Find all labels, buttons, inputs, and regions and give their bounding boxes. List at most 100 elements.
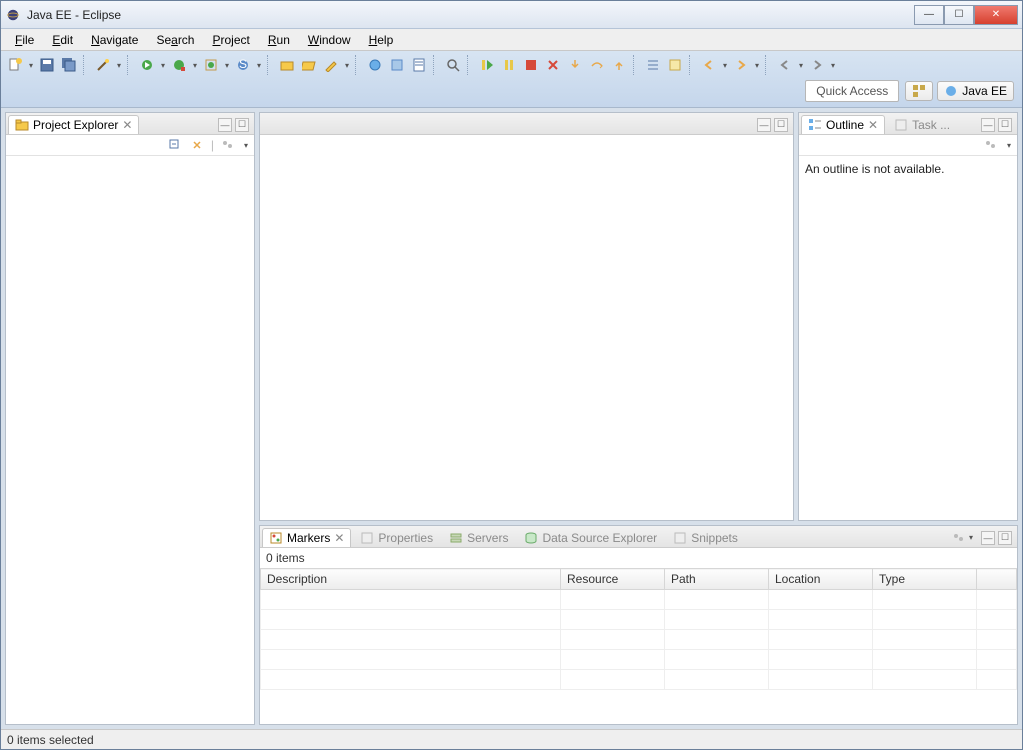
debug-icon[interactable] (138, 56, 156, 74)
menu-edit[interactable]: Edit (44, 31, 81, 49)
maximize-view-button[interactable]: ☐ (998, 118, 1012, 132)
editor-tabbar: — ☐ (260, 113, 793, 135)
project-explorer-body[interactable] (6, 156, 254, 724)
table-row[interactable] (261, 650, 1017, 670)
col-type[interactable]: Type (873, 569, 977, 590)
table-row[interactable] (261, 590, 1017, 610)
markers-dropdown[interactable]: ▾ (967, 533, 975, 542)
outline-title: Outline (826, 118, 864, 132)
maximize-editor-button[interactable]: ☐ (774, 118, 788, 132)
minimize-editor-button[interactable]: — (757, 118, 771, 132)
task-list-icon (894, 118, 908, 132)
resume-icon[interactable] (478, 56, 496, 74)
markers-view-menu-icon[interactable] (951, 530, 967, 546)
step-return-icon[interactable] (610, 56, 628, 74)
pause-icon[interactable] (500, 56, 518, 74)
window-title: Java EE - Eclipse (27, 8, 914, 22)
link-editor-icon[interactable] (189, 137, 205, 153)
globe-icon[interactable] (366, 56, 384, 74)
outline-view-menu-icon[interactable] (983, 137, 999, 153)
view-menu-icon[interactable] (220, 137, 236, 153)
disconnect-icon[interactable] (544, 56, 562, 74)
menu-window[interactable]: Window (300, 31, 359, 49)
menu-file[interactable]: File (7, 31, 42, 49)
eclipse-window: Java EE - Eclipse — ☐ ✕ File Edit Naviga… (0, 0, 1023, 750)
forward-icon[interactable] (808, 56, 826, 74)
stop-icon[interactable] (522, 56, 540, 74)
menu-search[interactable]: Search (148, 31, 202, 49)
perspective-javaee[interactable]: Java EE (937, 81, 1014, 101)
minimize-view-button[interactable]: — (981, 118, 995, 132)
open-perspective-button[interactable] (905, 81, 933, 101)
menu-project[interactable]: Project (204, 31, 257, 49)
close-button[interactable]: ✕ (974, 5, 1018, 25)
search-icon[interactable] (444, 56, 462, 74)
table-row[interactable] (261, 610, 1017, 630)
new-icon[interactable] (6, 56, 24, 74)
task-icon[interactable] (666, 56, 684, 74)
toolbar-separator (83, 55, 89, 75)
markers-tab[interactable]: Markers ✕ (262, 528, 351, 547)
collapse-all-icon[interactable] (167, 137, 183, 153)
editor-body[interactable] (260, 135, 793, 520)
project-explorer-tab[interactable]: Project Explorer ✕ (8, 115, 139, 134)
run-icon[interactable] (170, 56, 188, 74)
server-icon[interactable]: S (234, 56, 252, 74)
wand-icon[interactable] (94, 56, 112, 74)
wand-dropdown[interactable]: ▾ (115, 61, 123, 70)
perspective-label: Java EE (962, 84, 1007, 98)
col-location[interactable]: Location (769, 569, 873, 590)
new-project-icon[interactable] (278, 56, 296, 74)
save-icon[interactable] (38, 56, 56, 74)
snippets-icon (673, 531, 687, 545)
sheet-icon[interactable] (410, 56, 428, 74)
run-last-icon[interactable] (202, 56, 220, 74)
task-list-icon[interactable] (644, 56, 662, 74)
status-bar: 0 items selected (1, 729, 1022, 749)
outline-dropdown[interactable]: ▾ (1005, 141, 1013, 150)
properties-tab[interactable]: Properties (353, 528, 440, 547)
servers-tab[interactable]: Servers (442, 528, 515, 547)
close-tab-icon[interactable]: ✕ (868, 118, 878, 132)
step-over-icon[interactable] (588, 56, 606, 74)
view-menu-dropdown[interactable]: ▾ (242, 141, 250, 150)
table-row[interactable] (261, 630, 1017, 650)
outline-icon (808, 118, 822, 132)
jsp-icon[interactable] (388, 56, 406, 74)
data-source-explorer-tab[interactable]: Data Source Explorer (517, 528, 664, 547)
menu-run[interactable]: Run (260, 31, 298, 49)
table-row[interactable] (261, 670, 1017, 690)
markers-table[interactable]: Description Resource Path Location Type (260, 568, 1017, 690)
open-project-icon[interactable] (300, 56, 318, 74)
menu-navigate[interactable]: Navigate (83, 31, 146, 49)
outline-tab[interactable]: Outline ✕ (801, 115, 885, 134)
next-annotation-icon[interactable] (732, 56, 750, 74)
outline-view: Outline ✕ Task ... — ☐ ▾ An outline is n… (798, 112, 1018, 521)
col-description[interactable]: Description (261, 569, 561, 590)
quick-access-input[interactable]: Quick Access (805, 80, 899, 102)
menu-help[interactable]: Help (361, 31, 402, 49)
maximize-button[interactable]: ☐ (944, 5, 974, 25)
save-all-icon[interactable] (60, 56, 78, 74)
col-resource[interactable]: Resource (561, 569, 665, 590)
task-tab[interactable]: Task ... (887, 115, 957, 134)
close-tab-icon[interactable]: ✕ (122, 118, 132, 132)
edit-icon[interactable] (322, 56, 340, 74)
markers-count: 0 items (260, 548, 1017, 568)
minimize-button[interactable]: — (914, 5, 944, 25)
markers-icon (269, 531, 283, 545)
maximize-view-button[interactable]: ☐ (235, 118, 249, 132)
title-bar: Java EE - Eclipse — ☐ ✕ (1, 1, 1022, 29)
outline-body: An outline is not available. (799, 156, 1017, 520)
maximize-view-button[interactable]: ☐ (998, 531, 1012, 545)
col-path[interactable]: Path (665, 569, 769, 590)
minimize-view-button[interactable]: — (218, 118, 232, 132)
back-icon[interactable] (776, 56, 794, 74)
prev-annotation-icon[interactable] (700, 56, 718, 74)
quick-access-row: Quick Access Java EE (5, 77, 1018, 105)
snippets-tab[interactable]: Snippets (666, 528, 745, 547)
new-dropdown[interactable]: ▾ (27, 61, 35, 70)
close-tab-icon[interactable]: ✕ (334, 531, 344, 545)
minimize-view-button[interactable]: — (981, 531, 995, 545)
step-into-icon[interactable] (566, 56, 584, 74)
